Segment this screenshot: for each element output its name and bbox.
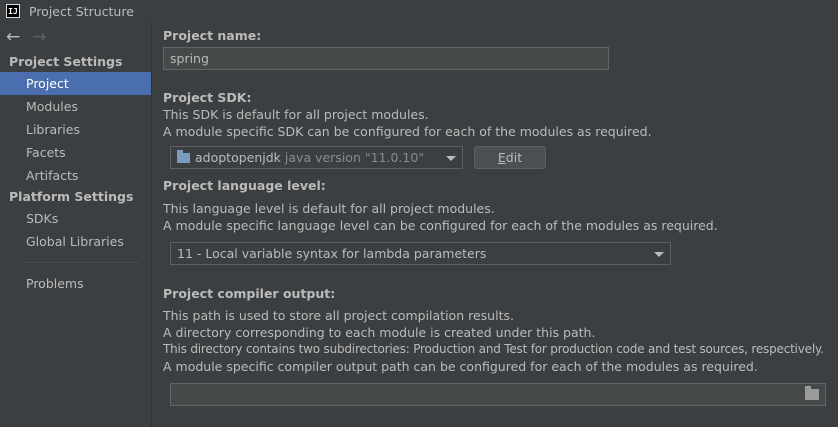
- chevron-down-icon: [446, 155, 456, 161]
- compiler-output-input[interactable]: [170, 383, 826, 406]
- browse-folder-icon[interactable]: [805, 386, 819, 400]
- compiler-description-3: This directory contains two subdirectori…: [163, 342, 824, 356]
- edit-mnemonic: E: [497, 150, 506, 165]
- forward-arrow-icon[interactable]: →: [32, 27, 58, 47]
- window-title: Project Structure: [29, 3, 134, 19]
- sdk-version: java version "11.0.10": [284, 150, 425, 165]
- sdk-description-1: This SDK is default for all project modu…: [163, 107, 429, 122]
- title-bar: IJ Project Structure: [0, 0, 838, 22]
- sidebar-item-global-libraries[interactable]: Global Libraries: [0, 230, 151, 253]
- chevron-down-icon: [654, 251, 664, 257]
- sidebar-item-project[interactable]: Project: [0, 72, 151, 95]
- sidebar: ← → Project Settings Project Modules Lib…: [0, 22, 152, 427]
- intellij-app-icon: IJ: [6, 4, 20, 18]
- compiler-description-2: A directory corresponding to each module…: [163, 325, 596, 340]
- language-level-dropdown[interactable]: 11 - Local variable syntax for lambda pa…: [170, 242, 671, 265]
- sdk-dropdown[interactable]: adoptopenjdk java version "11.0.10": [170, 146, 463, 169]
- sdk-description-2: A module specific SDK can be configured …: [163, 124, 652, 139]
- sdk-folder-icon: [177, 149, 190, 163]
- lang-description-2: A module specific language level can be …: [163, 218, 718, 233]
- sdk-name: adoptopenjdk: [195, 150, 281, 165]
- sidebar-item-libraries[interactable]: Libraries: [0, 118, 151, 141]
- sidebar-item-problems[interactable]: Problems: [0, 272, 151, 295]
- lang-description-1: This language level is default for all p…: [163, 201, 495, 216]
- sidebar-item-modules[interactable]: Modules: [0, 95, 151, 118]
- compiler-output-label: Project compiler output:: [163, 286, 336, 301]
- back-arrow-icon[interactable]: ←: [6, 27, 32, 47]
- project-name-input[interactable]: spring: [163, 47, 609, 70]
- compiler-description-1: This path is used to store all project c…: [163, 308, 514, 323]
- project-settings-header: Project Settings: [9, 54, 123, 69]
- sidebar-item-sdks[interactable]: SDKs: [0, 207, 151, 230]
- sidebar-item-artifacts[interactable]: Artifacts: [0, 164, 151, 187]
- sidebar-divider: [26, 262, 139, 263]
- project-sdk-label: Project SDK:: [163, 90, 252, 105]
- project-settings-panel: Project name: spring Project SDK: This S…: [153, 22, 838, 427]
- project-name-label: Project name:: [163, 28, 262, 43]
- platform-settings-header: Platform Settings: [9, 189, 134, 204]
- edit-label-rest: dit: [505, 150, 523, 165]
- language-level-label: Project language level:: [163, 178, 326, 193]
- sidebar-item-facets[interactable]: Facets: [0, 141, 151, 164]
- compiler-description-4: A module specific compiler output path c…: [163, 359, 758, 374]
- sdk-edit-button[interactable]: Edit: [474, 146, 546, 169]
- nav-arrows: ← →: [0, 22, 151, 52]
- language-level-value: 11 - Local variable syntax for lambda pa…: [177, 246, 487, 261]
